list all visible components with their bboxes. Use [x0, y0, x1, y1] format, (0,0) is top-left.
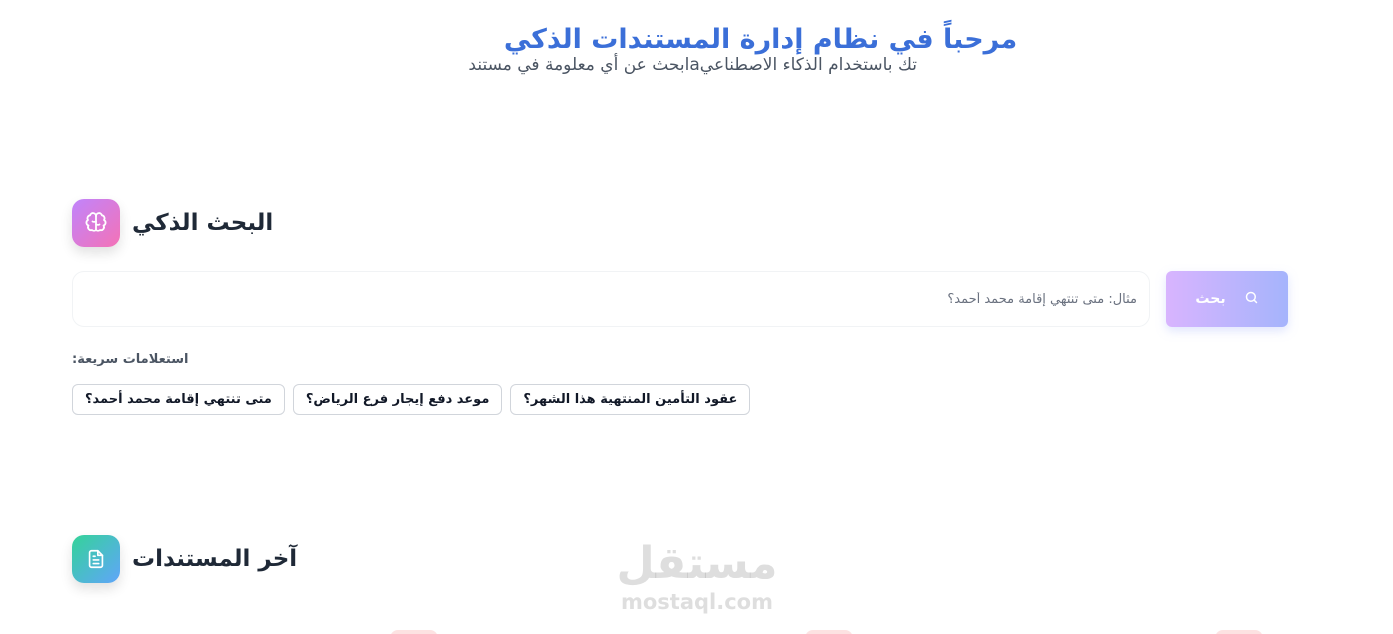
quick-query-chip[interactable]: متى تنتهي إقامة محمد أحمد؟ [72, 384, 285, 415]
page: مرحباً في نظام إدارة المستندات الذكي تك … [0, 0, 1393, 634]
doc-card-peek [805, 630, 853, 634]
quick-queries-label: استعلامات سريعة: [72, 352, 189, 367]
page-title: مرحباً في نظام إدارة المستندات الذكي [503, 24, 1018, 55]
watermark: مستقل mostaql.com [612, 538, 782, 614]
quick-query-chip[interactable]: موعد دفع إيجار فرع الرياض؟ [292, 384, 503, 415]
watermark-arabic: مستقل [616, 538, 778, 589]
page-subtitle: تك باستخدام الذكاء الاصطناعيaابحث عن أي … [468, 55, 917, 75]
search-row: بحث [72, 271, 1288, 327]
doc-card-peek [1215, 630, 1263, 634]
search-button[interactable]: بحث [1166, 271, 1288, 327]
smart-search-title: البحث الذكي [132, 210, 274, 236]
quick-query-chip[interactable]: عقود التأمين المنتهية هذا الشهر؟ [510, 384, 751, 415]
quick-queries: متى تنتهي إقامة محمد أحمد؟ موعد دفع إيجا… [72, 384, 751, 415]
smart-search-header: البحث الذكي [72, 199, 273, 247]
doc-card-peek [390, 630, 438, 634]
search-icon [1244, 290, 1259, 309]
hero: مرحباً في نظام إدارة المستندات الذكي [0, 24, 1393, 55]
search-input[interactable] [72, 271, 1150, 327]
brain-icon [72, 199, 120, 247]
search-button-label: بحث [1195, 291, 1226, 307]
watermark-latin: mostaql.com [621, 590, 773, 614]
recent-docs-header: آخر المستندات [72, 535, 297, 583]
document-icon [72, 535, 120, 583]
recent-docs-title: آخر المستندات [132, 546, 298, 572]
